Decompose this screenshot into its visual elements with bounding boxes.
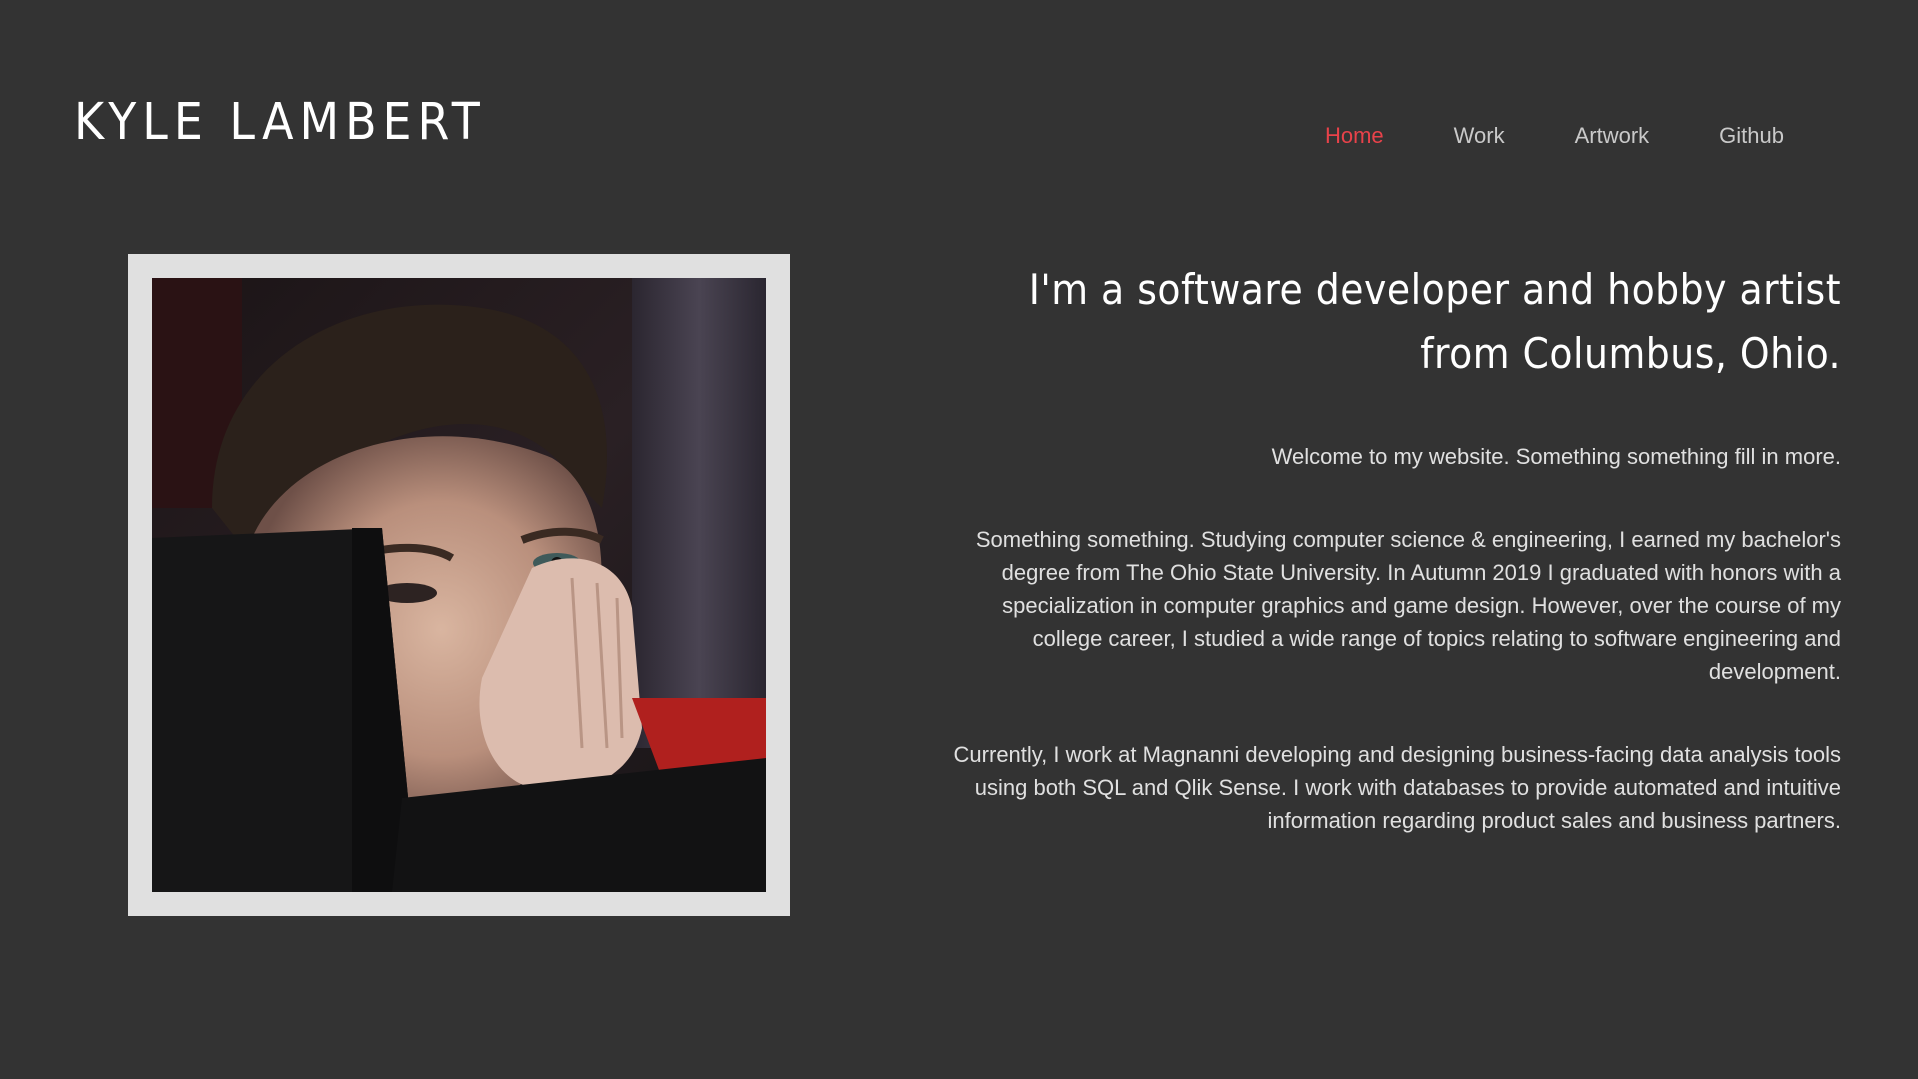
intro-paragraph-welcome: Welcome to my website. Something somethi… [1271, 444, 1841, 469]
intro-paragraph-work: Currently, I work at Magnanni developing… [953, 742, 1841, 833]
nav-link-home[interactable]: Home [1325, 119, 1384, 153]
profile-photo [152, 278, 766, 892]
headline: I'm a software developer and hobby artis… [1028, 265, 1841, 378]
nav-link-artwork[interactable]: Artwork [1575, 119, 1650, 153]
site-title: KYLE LAMBERT [74, 93, 486, 152]
nav-link-github[interactable]: Github [1719, 119, 1784, 153]
intro-paragraph-education: Something something. Studying computer s… [975, 527, 1841, 684]
portrait-frame [128, 254, 790, 916]
nav-link-work[interactable]: Work [1454, 119, 1505, 153]
main-nav: Home Work Artwork Github [1255, 119, 1784, 153]
intro-section: I'm a software developer and hobby artis… [941, 258, 1841, 837]
